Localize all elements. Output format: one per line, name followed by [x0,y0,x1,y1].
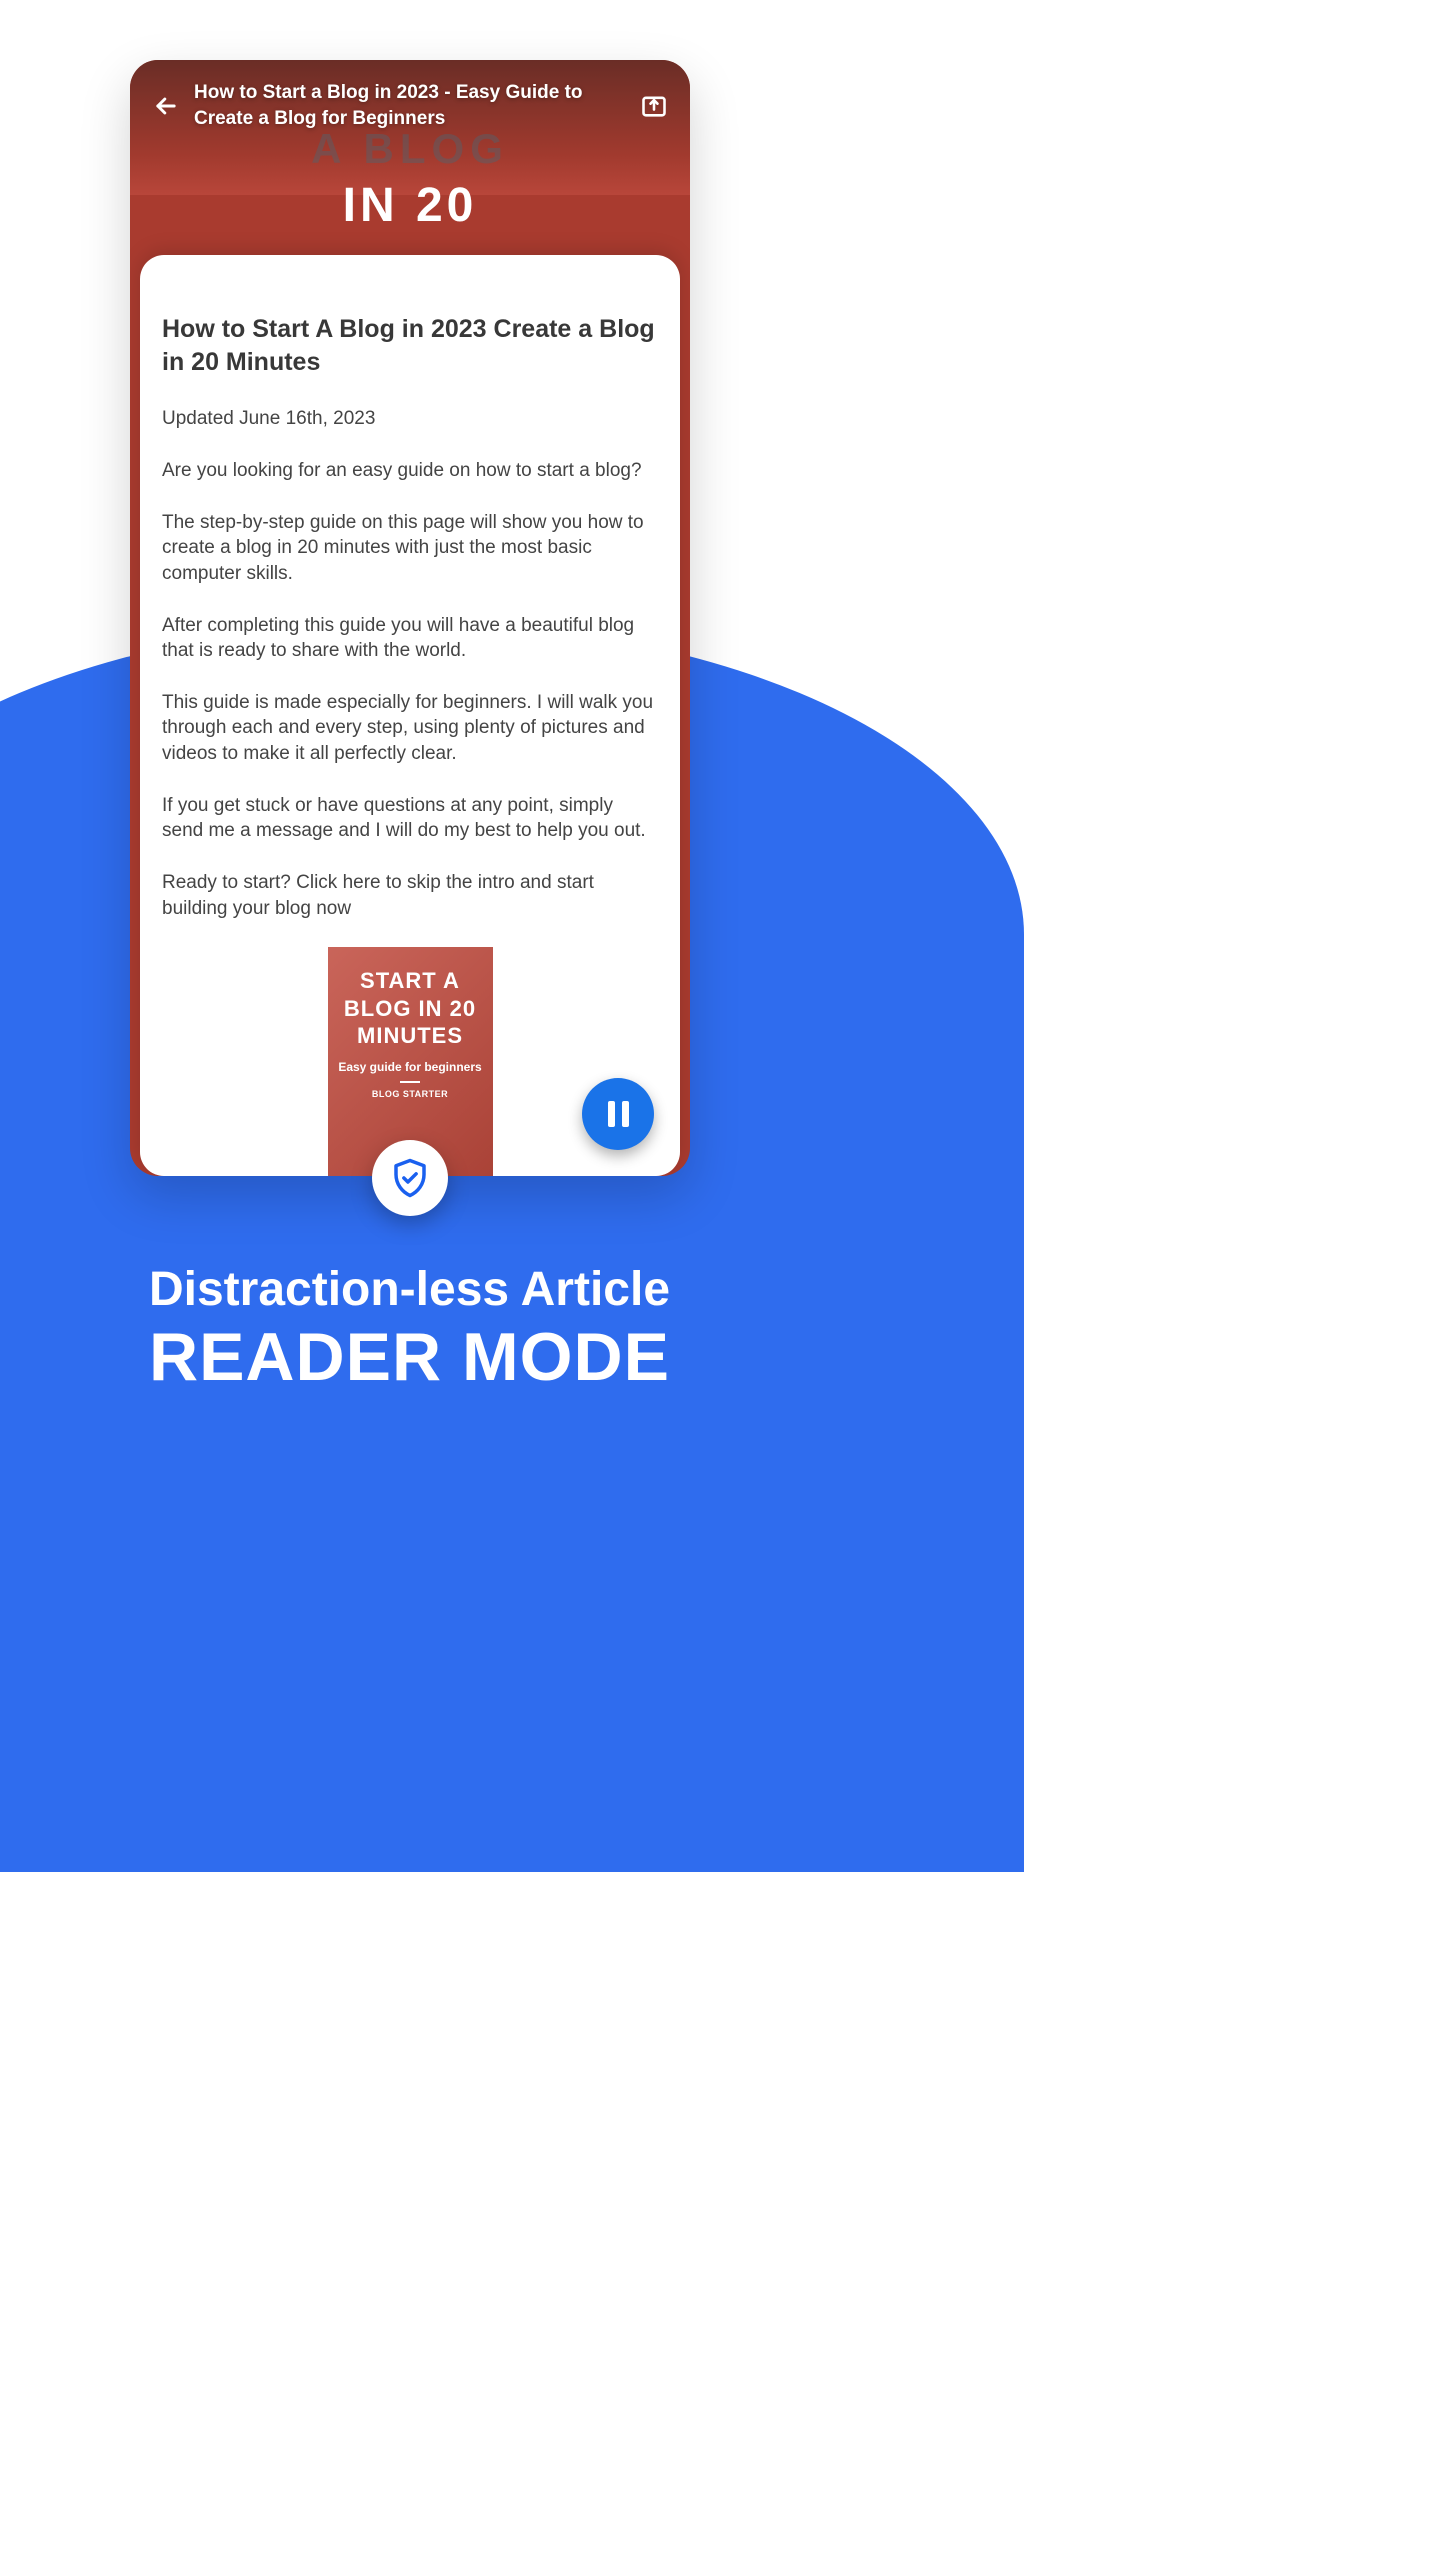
browser-header: A BLOG IN 20 How to Start a Blog in 2023… [130,60,690,195]
shield-badge[interactable] [372,1140,448,1216]
app-bar: How to Start a Blog in 2023 - Easy Guide… [130,80,690,131]
phone-screenshot: A BLOG IN 20 How to Start a Blog in 2023… [130,60,690,1176]
paragraph: Are you looking for an easy guide on how… [162,458,658,484]
thumbnail-divider [400,1081,420,1083]
thumbnail-headline: START A BLOG IN 20 MINUTES [338,967,483,1050]
pause-button[interactable] [582,1078,654,1150]
paragraph: Ready to start? Click here to skip the i… [162,870,658,921]
feature-subtitle: READER MODE [0,1318,819,1396]
article-body: Are you looking for an easy guide on how… [162,458,658,921]
paragraph: After completing this guide you will hav… [162,613,658,664]
back-icon[interactable] [152,92,180,120]
paragraph: The step-by-step guide on this page will… [162,510,658,587]
paragraph: This guide is made especially for beginn… [162,690,658,767]
shield-check-icon [389,1157,431,1199]
page-title: How to Start a Blog in 2023 - Easy Guide… [194,80,626,131]
bg-text-line2: IN 20 [130,178,690,233]
reader-card: How to Start A Blog in 2023 Create a Blo… [140,255,680,1176]
bg-text-line1: A BLOG [130,125,690,173]
article-updated: Updated June 16th, 2023 [162,408,658,430]
open-external-icon[interactable] [640,92,668,120]
article-title: How to Start A Blog in 2023 Create a Blo… [162,313,658,378]
pause-icon [608,1101,629,1127]
thumbnail-subtitle: Easy guide for beginners [338,1060,481,1076]
paragraph: If you get stuck or have questions at an… [162,793,658,844]
thumbnail-brand: BLOG STARTER [372,1089,448,1099]
feature-title: Distraction-less Article [0,1262,819,1317]
